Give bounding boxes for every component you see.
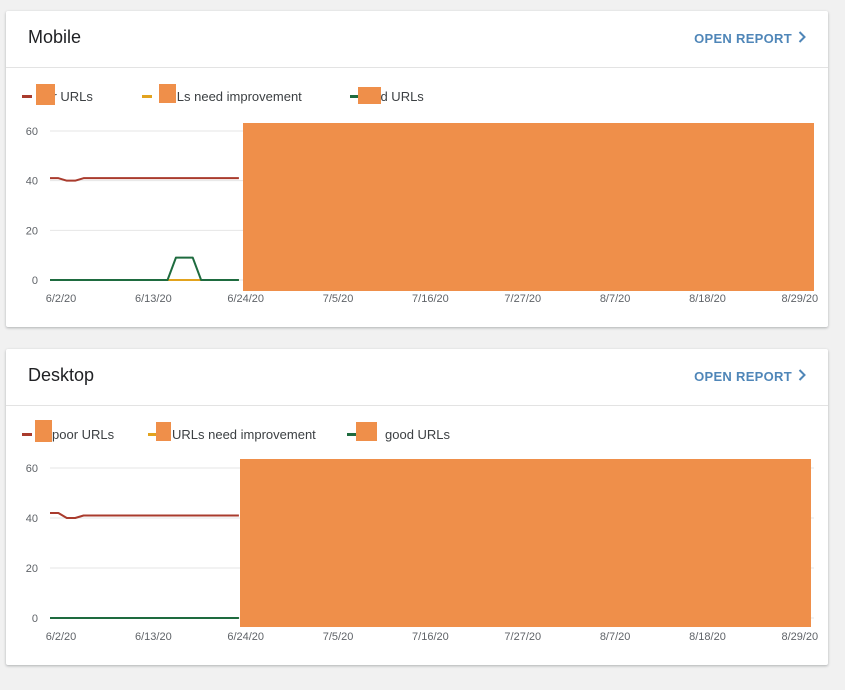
series-line-good	[50, 256, 239, 281]
x-tick-label: 6/2/20	[46, 631, 77, 643]
x-tick-label: 7/16/20	[412, 293, 449, 305]
x-tick-label: 6/24/20	[227, 293, 264, 305]
y-tick-label: 0	[32, 613, 38, 625]
x-tick-label: 8/7/20	[600, 293, 631, 305]
x-tick-label: 8/7/20	[600, 631, 631, 643]
x-tick-label: 7/5/20	[323, 631, 354, 643]
desktop-report-card: Desktop OPEN REPORT poor URLs URLs need …	[6, 349, 828, 665]
x-tick-label: 8/18/20	[689, 293, 726, 305]
x-tick-label: 6/13/20	[135, 631, 172, 643]
y-tick-label: 20	[26, 225, 38, 237]
series-line-poor	[50, 512, 239, 519]
redaction-box	[243, 123, 814, 291]
x-tick-label: 6/13/20	[135, 293, 172, 305]
mobile-report-card: Mobile OPEN REPORT oor URLs URLs need im…	[6, 11, 828, 327]
x-tick-label: 7/16/20	[412, 631, 449, 643]
y-tick-label: 60	[26, 126, 38, 138]
y-tick-label: 20	[26, 563, 38, 575]
y-tick-label: 40	[26, 176, 38, 188]
x-tick-label: 8/29/20	[781, 293, 818, 305]
y-tick-label: 60	[26, 463, 38, 475]
x-tick-label: 8/18/20	[689, 631, 726, 643]
y-tick-label: 40	[26, 513, 38, 525]
x-tick-label: 8/29/20	[781, 631, 818, 643]
x-tick-label: 7/5/20	[323, 293, 354, 305]
redaction-box	[240, 459, 811, 627]
x-tick-label: 6/24/20	[227, 631, 264, 643]
x-tick-label: 7/27/20	[504, 631, 541, 643]
x-tick-label: 6/2/20	[46, 293, 77, 305]
x-tick-label: 7/27/20	[504, 293, 541, 305]
y-tick-label: 0	[32, 275, 38, 287]
